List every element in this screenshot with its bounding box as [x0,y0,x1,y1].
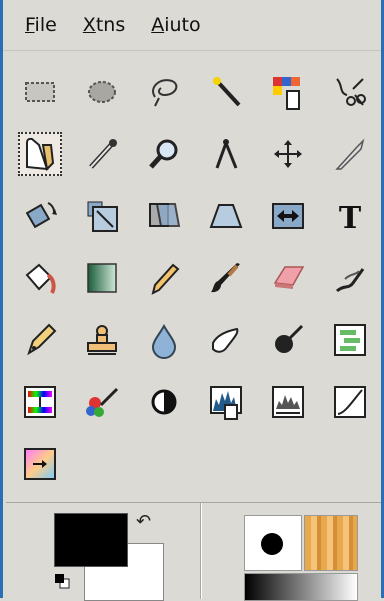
perspective-icon [209,204,243,228]
brush-dot [261,533,283,555]
toolbox-window: File Xtns Aiuto T ↶ [0,0,384,601]
menu-file[interactable]: File [25,14,57,36]
shear-tool[interactable] [142,194,186,238]
pen-nib-icon [26,137,55,172]
stamp-icon [87,325,117,355]
free-select-tool[interactable] [142,70,186,114]
flip-tool[interactable] [266,194,310,238]
compass-icon [215,139,238,169]
magic-wand-icon [213,77,241,107]
eraser-icon [273,266,305,289]
colorize-icon [86,387,119,417]
lasso-icon [152,79,178,107]
ink-pen-icon [27,323,57,356]
ink-tool[interactable] [18,318,62,362]
levels-icon [210,386,242,420]
scale-icon [87,201,118,232]
scissors-icon [336,78,366,106]
smudge-tool[interactable] [204,318,248,362]
blend-tool[interactable] [80,256,124,300]
menu-aiuto[interactable]: Aiuto [151,14,200,36]
pencil-icon [151,263,180,295]
move-arrows-icon [274,140,302,168]
airbrush-icon [335,268,365,293]
gradient-map-icon [24,448,56,480]
clone-tool[interactable] [80,318,124,362]
select-by-color-icon [273,77,300,110]
divider [200,503,201,599]
scalpel-icon [335,138,365,170]
dodge-burn-tool[interactable] [266,318,310,362]
ellipse-select-tool[interactable] [80,70,124,114]
reset-colors-icon[interactable] [54,573,70,589]
smudge-finger-icon [212,327,239,353]
crop-tool[interactable] [328,132,372,176]
gradient-preview[interactable] [244,573,358,601]
ellipse-select-icon [88,81,116,103]
airbrush-tool[interactable] [328,256,372,300]
pattern-preview[interactable] [304,515,358,571]
gradient-icon [87,263,117,293]
text-t-icon: T [339,201,362,235]
shear-icon [149,203,181,227]
foreground-color-swatch[interactable] [54,513,128,567]
bucket-fill-tool[interactable] [18,256,62,300]
paint-bucket-icon [25,263,56,294]
threshold-tool[interactable] [142,380,186,424]
zoom-tool[interactable] [142,132,186,176]
levels-tool[interactable] [204,380,248,424]
water-drop-icon [151,323,177,359]
fuzzy-select-tool[interactable] [204,70,248,114]
menubar: File Xtns Aiuto [3,0,381,51]
pencil-tool[interactable] [142,256,186,300]
colorize-tool[interactable] [80,380,124,424]
histogram-icon [272,386,304,418]
perspective-tool[interactable] [204,194,248,238]
flip-icon [272,203,304,229]
color-balance-icon [334,324,366,356]
paths-tool[interactable] [18,132,62,176]
swap-colors-icon[interactable]: ↶ [136,511,151,532]
svg-text:T: T [339,201,362,235]
curves-icon [334,386,366,418]
scissors-select-tool[interactable] [328,70,372,114]
rotate-tool[interactable] [18,194,62,238]
scale-tool[interactable] [80,194,124,238]
rect-select-icon [25,82,55,102]
color-area: ↶ [6,502,381,601]
paintbrush-icon [211,263,240,293]
gradient-map-tool[interactable] [18,442,62,486]
magnifier-icon [149,139,178,169]
paintbrush-tool[interactable] [204,256,248,300]
color-select-tool[interactable] [266,70,310,114]
hue-saturation-icon [24,386,56,418]
convolve-tool[interactable] [142,318,186,362]
move-tool[interactable] [266,132,310,176]
hue-saturation-tool[interactable] [18,380,62,424]
menu-xtns[interactable]: Xtns [83,14,125,36]
eraser-tool[interactable] [266,256,310,300]
text-tool[interactable]: T [328,194,372,238]
rotate-icon [25,202,57,229]
brush-preview[interactable] [244,515,302,571]
curves-histogram-tool[interactable] [266,380,310,424]
curves-tool[interactable] [328,380,372,424]
measure-tool[interactable] [204,132,248,176]
threshold-icon [151,389,177,415]
rect-select-tool[interactable] [18,70,62,114]
color-picker-tool[interactable] [80,132,124,176]
dodge-burn-icon [275,324,304,353]
color-balance-tool[interactable] [328,318,372,362]
eyedropper-icon [89,139,117,169]
